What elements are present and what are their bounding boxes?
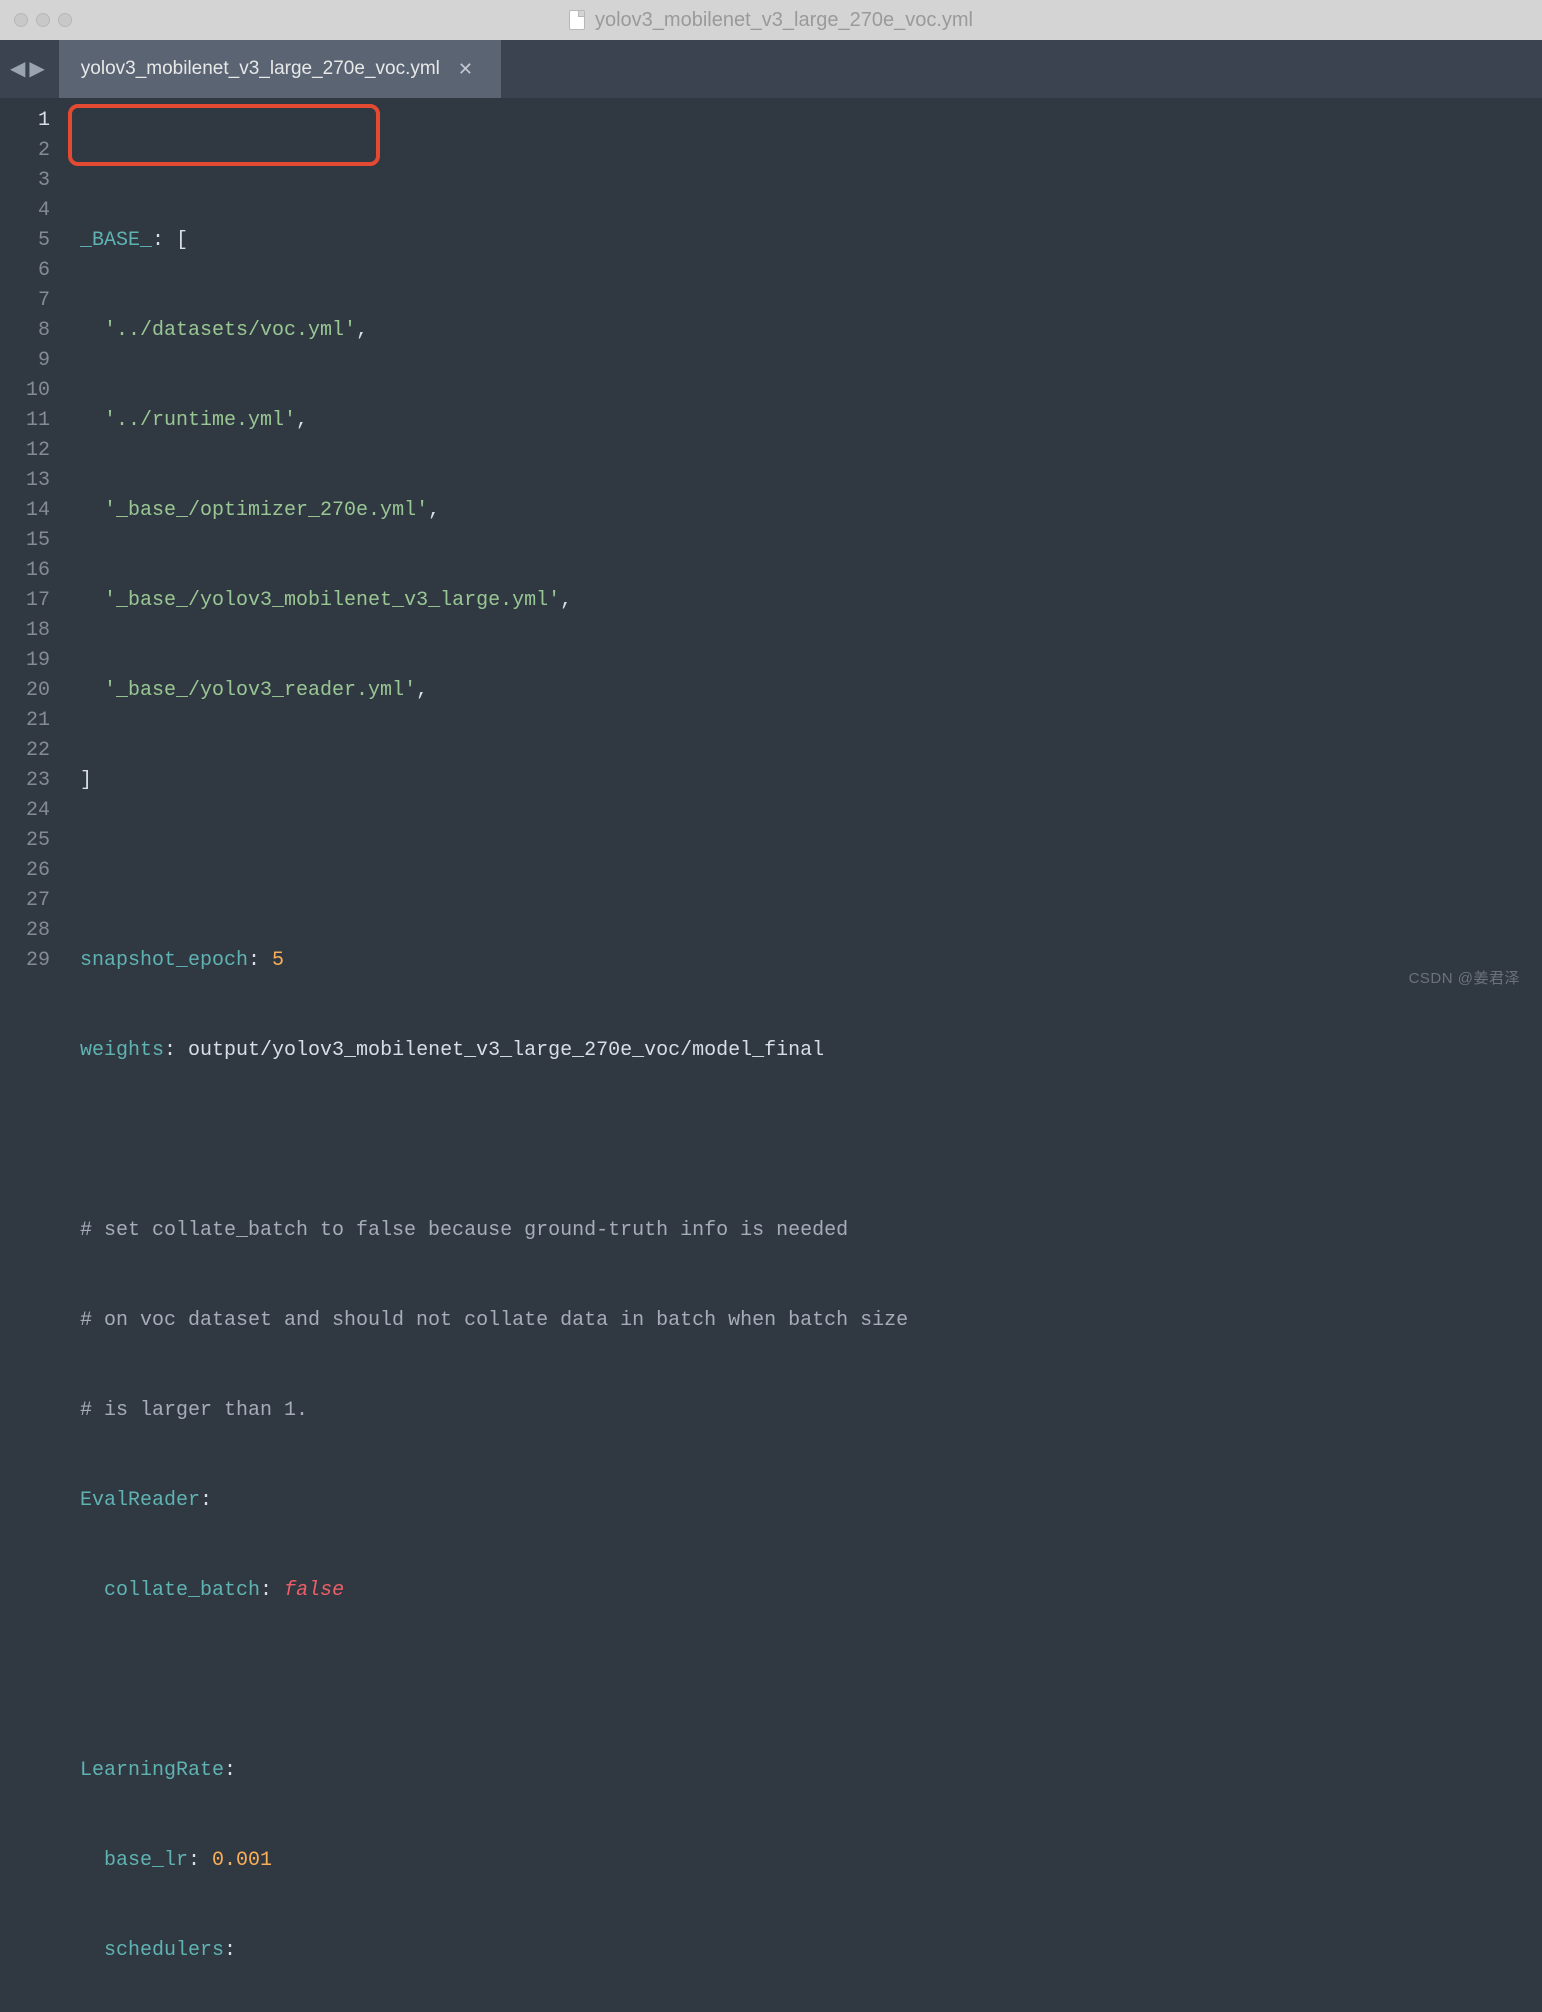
code-line: # on voc dataset and should not collate …: [64, 1306, 1542, 1336]
close-window-button[interactable]: [14, 13, 28, 27]
nav-back-icon[interactable]: ◀: [10, 56, 25, 82]
code-line: schedulers:: [64, 1936, 1542, 1966]
line-number: 13: [0, 466, 50, 496]
line-number: 2: [0, 136, 50, 166]
code-line: # set collate_batch to false because gro…: [64, 1216, 1542, 1246]
code-line: EvalReader:: [64, 1486, 1542, 1516]
code-area[interactable]: _BASE_: [ '../datasets/voc.yml', '../run…: [64, 98, 1542, 1006]
line-number: 18: [0, 616, 50, 646]
watermark: CSDN @姜君泽: [1409, 967, 1520, 988]
code-line: _BASE_: [: [64, 226, 1542, 256]
code-line: '_base_/yolov3_reader.yml',: [64, 676, 1542, 706]
code-line: ]: [64, 766, 1542, 796]
maximize-window-button[interactable]: [58, 13, 72, 27]
line-number: 23: [0, 766, 50, 796]
code-line: '../runtime.yml',: [64, 406, 1542, 436]
line-number: 15: [0, 526, 50, 556]
code-line: weights: output/yolov3_mobilenet_v3_larg…: [64, 1036, 1542, 1066]
line-number: 25: [0, 826, 50, 856]
file-icon: [569, 10, 585, 30]
tab-label: yolov3_mobilenet_v3_large_270e_voc.yml: [81, 58, 440, 80]
code-editor[interactable]: 1 2 3 4 5 6 7 8 9 10 11 12 13 14 15 16 1…: [0, 98, 1542, 1006]
line-number: 4: [0, 196, 50, 226]
window-title: yolov3_mobilenet_v3_large_270e_voc.yml: [595, 9, 973, 32]
editor-header: ◀ ▶ yolov3_mobilenet_v3_large_270e_voc.y…: [0, 40, 1542, 98]
code-line: '_base_/optimizer_270e.yml',: [64, 496, 1542, 526]
code-line: [64, 856, 1542, 886]
traffic-lights: [14, 13, 72, 27]
annotation-highlight-box: [68, 104, 380, 166]
close-icon[interactable]: ✕: [458, 59, 473, 80]
line-number: 27: [0, 886, 50, 916]
code-line: # is larger than 1.: [64, 1396, 1542, 1426]
code-line: collate_batch: false: [64, 1576, 1542, 1606]
line-number: 19: [0, 646, 50, 676]
code-line: base_lr: 0.001: [64, 1846, 1542, 1876]
line-number: 20: [0, 676, 50, 706]
line-number: 21: [0, 706, 50, 736]
line-number: 17: [0, 586, 50, 616]
code-line: LearningRate:: [64, 1756, 1542, 1786]
code-line: [64, 1666, 1542, 1696]
line-number: 28: [0, 916, 50, 946]
line-number: 14: [0, 496, 50, 526]
gutter: 1 2 3 4 5 6 7 8 9 10 11 12 13 14 15 16 1…: [0, 98, 64, 1006]
line-number: 22: [0, 736, 50, 766]
line-number: 8: [0, 316, 50, 346]
code-line: '_base_/yolov3_mobilenet_v3_large.yml',: [64, 586, 1542, 616]
code-line: [64, 1126, 1542, 1156]
minimize-window-button[interactable]: [36, 13, 50, 27]
code-line: '../datasets/voc.yml',: [64, 316, 1542, 346]
line-number: 5: [0, 226, 50, 256]
line-number: 10: [0, 376, 50, 406]
line-number: 7: [0, 286, 50, 316]
window-title-bar: yolov3_mobilenet_v3_large_270e_voc.yml: [0, 0, 1542, 40]
line-number: 3: [0, 166, 50, 196]
nav-forward-icon[interactable]: ▶: [29, 56, 44, 82]
tab-active[interactable]: yolov3_mobilenet_v3_large_270e_voc.yml ✕: [59, 40, 501, 98]
line-number: 26: [0, 856, 50, 886]
line-number: 1: [0, 106, 50, 136]
nav-arrows: ◀ ▶: [0, 40, 59, 98]
line-number: 24: [0, 796, 50, 826]
line-number: 29: [0, 946, 50, 976]
code-line: snapshot_epoch: 5: [64, 946, 1542, 976]
line-number: 11: [0, 406, 50, 436]
line-number: 12: [0, 436, 50, 466]
line-number: 6: [0, 256, 50, 286]
line-number: 9: [0, 346, 50, 376]
line-number: 16: [0, 556, 50, 586]
tab-bar-empty: [501, 40, 1542, 98]
